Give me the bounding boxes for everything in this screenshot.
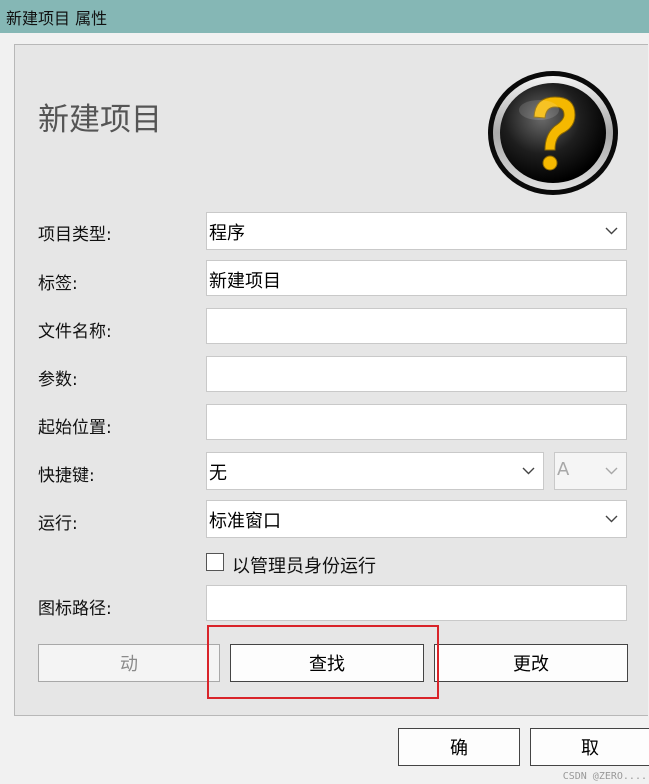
ok-button[interactable]: 确: [398, 728, 520, 766]
start-location-label: 起始位置:: [38, 418, 112, 438]
run-as-admin-label[interactable]: 以管理员身份运行: [232, 552, 376, 578]
run-value: 标准窗口: [209, 511, 281, 532]
tag-input[interactable]: 新建项目: [206, 260, 627, 296]
hotkey-value: 无: [209, 463, 227, 484]
run-select[interactable]: 标准窗口: [206, 500, 627, 538]
item-type-value: 程序: [209, 223, 245, 244]
chevron-down-icon: [596, 213, 626, 249]
tag-label: 标签:: [38, 274, 78, 294]
hotkey-select[interactable]: 无: [206, 452, 544, 490]
window-title: 新建项目 属性: [6, 9, 108, 28]
item-type-label: 项目类型:: [38, 225, 112, 245]
watermark: CSDN @ZERO....: [562, 771, 647, 782]
find-button[interactable]: 查找: [230, 644, 424, 682]
item-type-select[interactable]: 程序: [206, 212, 627, 250]
hotkey-key-select[interactable]: A: [554, 452, 627, 490]
params-input[interactable]: [206, 356, 627, 392]
icon-path-label: 图标路径:: [38, 599, 112, 619]
start-location-input[interactable]: [206, 404, 627, 440]
cancel-button[interactable]: 取: [530, 728, 649, 766]
params-label: 参数:: [38, 370, 78, 390]
chevron-down-icon: [596, 501, 626, 537]
run-as-admin-checkbox[interactable]: [206, 553, 224, 571]
chevron-down-icon: [513, 453, 543, 489]
run-label: 运行:: [38, 514, 78, 534]
page-title: 新建项目: [38, 102, 162, 138]
chevron-down-icon: [596, 453, 626, 489]
tag-value: 新建项目: [209, 271, 281, 292]
icon-path-input[interactable]: [206, 585, 627, 621]
action-button[interactable]: 动: [38, 644, 220, 682]
change-button[interactable]: 更改: [434, 644, 628, 682]
hotkey-label: 快捷键:: [38, 466, 95, 486]
hotkey-key-value: A: [557, 459, 570, 480]
file-name-label: 文件名称:: [38, 322, 112, 342]
title-bar: 新建项目 属性: [0, 0, 649, 33]
help-question-icon: [488, 71, 618, 195]
file-name-input[interactable]: [206, 308, 627, 344]
